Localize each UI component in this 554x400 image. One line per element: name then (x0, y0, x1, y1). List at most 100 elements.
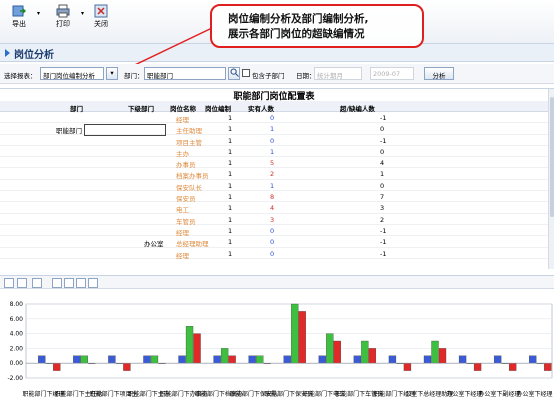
table-row[interactable]: 项目主管 1 0 -1 (0, 135, 548, 147)
table-row[interactable]: 车管员 1 3 2 (0, 214, 548, 226)
bar-series-2 (326, 333, 334, 364)
cell-quota: 1 (228, 226, 233, 235)
callout-annotation: 岗位编制分析及部门编制分析, 展示各部门岗位的超缺编情况 (210, 4, 424, 48)
bar-series-1 (458, 355, 467, 364)
vertical-scrollbar[interactable] (548, 89, 554, 269)
callout-line-1: 岗位编制分析及部门编制分析, (228, 13, 369, 25)
cell-actual: 5 (270, 159, 275, 168)
chevron-down-icon: ▾ (110, 69, 114, 77)
table-row[interactable]: 经理 1 0 -1 (0, 225, 548, 237)
table-row[interactable]: 主办 1 1 0 (0, 146, 548, 158)
cell-diff: 0 (380, 147, 385, 156)
cell-actual: 0 (270, 226, 275, 235)
x-tick-label: 办公室下副经理 (478, 390, 520, 398)
bar-series-3 (438, 348, 447, 364)
bar-series-1 (423, 355, 432, 364)
cell-quota: 1 (228, 114, 233, 122)
cell-actual: 8 (270, 193, 275, 202)
chart-type-icon[interactable] (32, 278, 42, 288)
table-row[interactable]: 职能部门 主任助理 1 1 0 (0, 123, 548, 135)
analyze-button[interactable]: 分析 (424, 67, 454, 80)
table-row[interactable]: 保安队长 1 1 0 (0, 180, 548, 192)
bar-series-1 (178, 355, 186, 364)
selected-cell[interactable] (84, 124, 166, 136)
bar-series-2 (80, 355, 88, 364)
bar-series-1 (248, 355, 256, 364)
x-tick-label: 办公室下经理 (516, 390, 552, 398)
cell-quota: 1 (228, 181, 233, 190)
cell-diff: 0 (380, 181, 385, 190)
cell-quota: 1 (228, 238, 233, 247)
series-icon[interactable] (64, 278, 74, 288)
report-grid: 职能部门岗位配置表 部门 下级部门 岗位名称 岗位编制 实有人数 超/缺编人数 … (0, 88, 554, 269)
cell-actual: 1 (270, 125, 275, 134)
dept-search-button[interactable] (228, 67, 240, 80)
dept-input[interactable]: 职能部门 (144, 67, 226, 80)
bar-series-3 (544, 363, 552, 371)
scrollbar-thumb[interactable] (550, 97, 554, 217)
grid-body: 经理 1 0 -1 职能部门 主任助理 1 1 0 项目主管 1 0 -1 主办 1 1 0 办事员 1 5 4 档案办事… (0, 112, 548, 260)
cell-quota: 1 (228, 204, 233, 213)
cell-diff: -1 (380, 136, 387, 145)
bar-chart: 8.006.004.002.000.00-2.00职能部门下经理职能部门下主任助… (7, 301, 552, 398)
print-chart-icon[interactable] (17, 278, 27, 288)
bar-series-3 (333, 340, 341, 364)
bar-series-2 (150, 355, 159, 364)
y-tick-label: 8.00 (10, 301, 24, 308)
cell-actual: 4 (270, 204, 275, 213)
bar-series-2 (361, 340, 369, 364)
chart-toolbar (0, 275, 554, 289)
bar-series-2 (256, 355, 264, 364)
table-row[interactable]: 保安员 1 8 7 (0, 191, 548, 203)
filter-bar: 选择报表： 部门岗位编制分析 ▾ 部门： 职能部门 包含子部门 日期： 统计期月… (0, 64, 554, 84)
cell-actual: 0 (270, 114, 275, 122)
search-icon (230, 68, 239, 77)
bar-series-1 (353, 355, 362, 364)
y-tick-label: 0.00 (10, 360, 24, 367)
date-mode-select[interactable]: 统计期月 (314, 67, 362, 80)
bar-series-3 (228, 355, 236, 364)
table-row[interactable]: 电工 1 4 3 (0, 202, 548, 214)
include-sub-label: 包含子部门 (252, 72, 285, 80)
cell-diff: -1 (380, 114, 387, 122)
bar-series-1 (283, 355, 291, 364)
scheme-select[interactable]: 部门岗位编制分析 (40, 67, 104, 80)
y-tick-label: 6.00 (10, 316, 24, 323)
grid-title: 职能部门岗位配置表 (233, 92, 315, 102)
include-sub-checkbox[interactable] (242, 69, 250, 77)
bar-series-1 (388, 355, 397, 364)
cell-actual: 2 (270, 170, 275, 179)
y-tick-label: 2.00 (10, 345, 24, 352)
cell-quota: 1 (228, 125, 233, 134)
legend-icon[interactable] (52, 278, 62, 288)
bar-series-1 (143, 355, 151, 364)
table-row[interactable]: 办事员 1 5 4 (0, 157, 548, 169)
bar-series-2 (291, 303, 299, 364)
bar-series-3 (508, 363, 517, 371)
copy-icon[interactable] (4, 278, 14, 288)
table-row[interactable]: 经理 1 0 -1 (0, 112, 548, 124)
table-icon[interactable] (88, 278, 98, 288)
grid-icon[interactable] (76, 278, 86, 288)
table-row[interactable]: 档案办事员 1 2 1 (0, 168, 548, 180)
table-row[interactable]: 办公室 总经理助理 1 0 -1 (0, 236, 548, 248)
chart-area: 8.00 6.00 4.00 2.00 0.00 -2.00 职能部门下经理 职能部门下主任助… (0, 290, 554, 400)
cell-diff: -1 (380, 226, 387, 235)
cell-diff: -1 (380, 238, 387, 247)
bar-series-1 (108, 355, 116, 364)
date-picker[interactable]: 2009-07 (370, 67, 414, 80)
cell-position: 经理 (176, 251, 189, 260)
bar-series-3 (403, 363, 412, 371)
bar-series-2 (431, 340, 439, 364)
bar-series-1 (318, 355, 326, 364)
cell-quota: 1 (228, 170, 233, 179)
bar-series-2 (220, 348, 229, 364)
scheme-dropdown-button[interactable]: ▾ (106, 67, 118, 80)
table-row[interactable]: 经理 1 0 -1 (0, 248, 548, 260)
bar-series-3 (123, 363, 131, 371)
cell-actual: 0 (270, 249, 275, 258)
cell-diff: 1 (380, 170, 385, 179)
bar-series-1 (529, 355, 537, 364)
cell-diff: 4 (380, 159, 385, 168)
cell-diff: -1 (380, 249, 387, 258)
